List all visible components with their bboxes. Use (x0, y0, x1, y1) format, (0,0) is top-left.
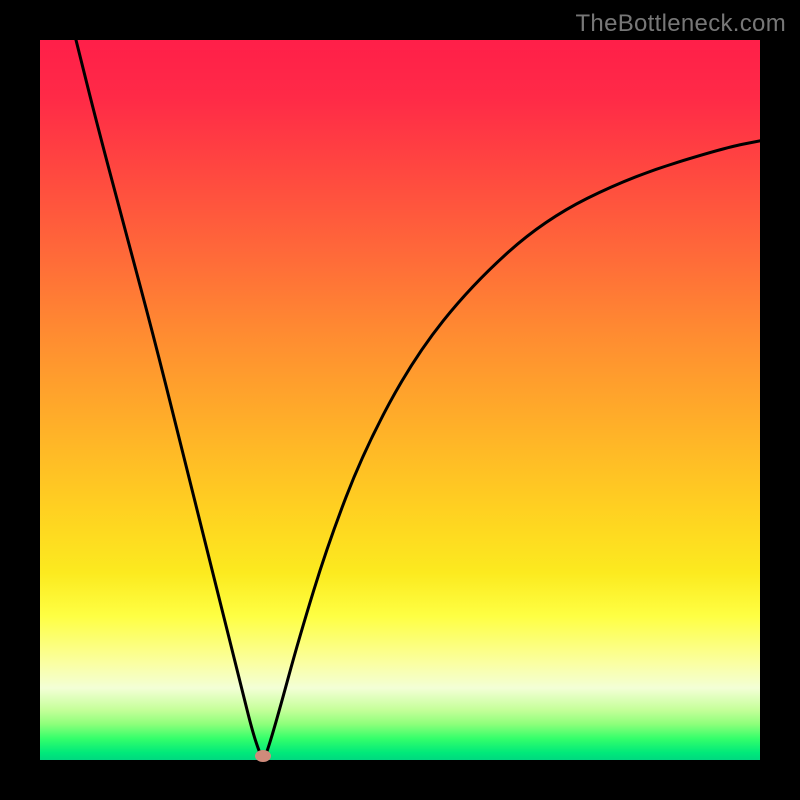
chart-frame: TheBottleneck.com (0, 0, 800, 800)
curve-path (76, 40, 760, 758)
bottleneck-curve (40, 40, 760, 760)
optimum-marker (255, 750, 271, 762)
watermark-text: TheBottleneck.com (575, 10, 786, 38)
plot-area (40, 40, 760, 760)
